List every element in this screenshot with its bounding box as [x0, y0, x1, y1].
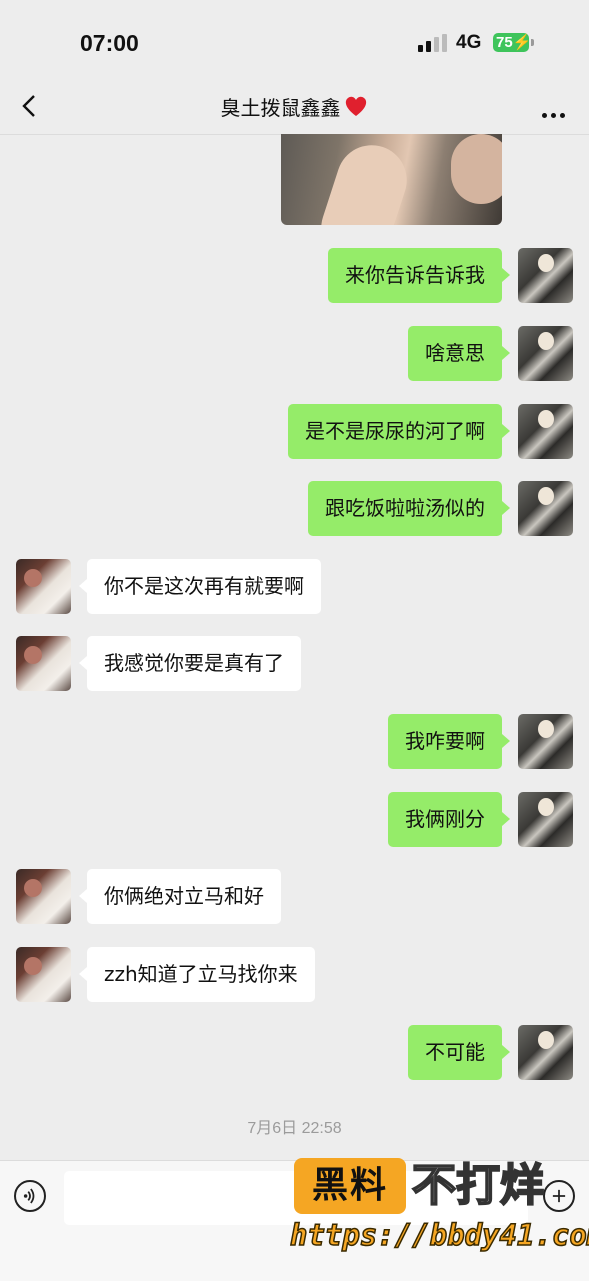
my-avatar[interactable] [518, 326, 573, 381]
message-bubble[interactable]: 你俩绝对立马和好 [79, 869, 281, 924]
network-type: 4G [456, 32, 482, 53]
message-bubble[interactable]: 来你告诉告诉我 [328, 248, 510, 303]
message-bubble[interactable]: zzh知道了立马找你来 [79, 947, 315, 1002]
message-bubble[interactable]: 我俩刚分 [388, 792, 510, 847]
message-bubble[interactable]: 你不是这次再有就要啊 [79, 559, 321, 614]
signal-icon [418, 34, 448, 52]
chat-header: 臭土拨鼠鑫鑫 [0, 80, 589, 135]
message-bubble[interactable]: 是不是尿尿的河了啊 [288, 404, 510, 459]
message-bubble[interactable]: 不可能 [408, 1025, 510, 1080]
message-bubble[interactable]: 啥意思 [408, 326, 510, 381]
battery-tip [531, 39, 534, 46]
my-avatar[interactable] [518, 404, 573, 459]
my-avatar[interactable] [518, 792, 573, 847]
message-timestamp: 7月6日 22:58 [247, 1120, 342, 1137]
contact-avatar[interactable] [16, 636, 71, 691]
battery-icon: 75⚡ [493, 33, 531, 52]
message-bubble[interactable]: 我咋要啊 [388, 714, 510, 769]
my-avatar[interactable] [518, 1025, 573, 1080]
watermark-text: 不打烊 [411, 1159, 545, 1212]
battery-level: 75 [496, 34, 513, 51]
chat-title: 臭土拨鼠鑫鑫 [0, 92, 589, 121]
plus-icon[interactable] [543, 1180, 575, 1212]
status-bar: 07:00 4G 75⚡ [0, 0, 589, 80]
voice-input-icon[interactable] [14, 1180, 46, 1212]
heart-icon [345, 96, 366, 116]
message-bubble[interactable]: 我感觉你要是真有了 [79, 636, 301, 691]
my-avatar[interactable] [518, 714, 573, 769]
contact-avatar[interactable] [16, 869, 71, 924]
my-avatar[interactable] [518, 481, 573, 536]
watermark-logo: 黑料 [294, 1158, 406, 1214]
watermark-url: https://bbdy41.com [289, 1217, 589, 1253]
contact-avatar[interactable] [16, 947, 71, 1002]
contact-name: 臭土拨鼠鑫鑫 [220, 96, 341, 120]
status-time: 07:00 [80, 30, 139, 56]
my-avatar[interactable] [518, 248, 573, 303]
message-bubble[interactable]: 跟吃饭啦啦汤似的 [308, 481, 510, 536]
contact-avatar[interactable] [16, 559, 71, 614]
shared-photo[interactable] [281, 134, 502, 225]
more-options-icon[interactable] [538, 103, 565, 122]
